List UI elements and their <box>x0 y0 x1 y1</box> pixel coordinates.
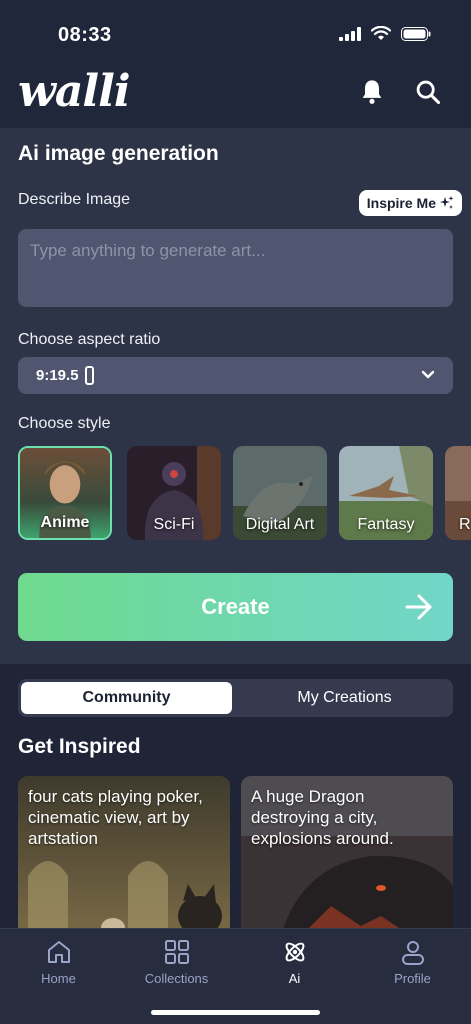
walli-logo: walli <box>18 66 131 117</box>
style-card-digital-art[interactable]: Digital Art <box>233 446 327 540</box>
arrow-right-icon <box>405 594 432 620</box>
phone-ratio-icon <box>84 366 94 385</box>
style-name: Digital Art <box>245 516 315 533</box>
app-header: walli <box>0 62 471 128</box>
chevron-down-icon <box>421 370 435 379</box>
tab-community[interactable]: Community <box>21 682 232 714</box>
nav-collections[interactable]: Collections <box>118 937 235 986</box>
inspire-me-label: Inspire Me <box>366 195 436 211</box>
style-carousel[interactable]: Anime Sci-Fi Digital Art Fantasy R <box>18 444 471 544</box>
bell-icon[interactable] <box>358 78 386 106</box>
nav-ai[interactable]: Ai <box>236 937 353 986</box>
nav-label: Profile <box>394 971 431 986</box>
status-bar: 08:33 <box>0 0 471 62</box>
prompt-input[interactable]: Type anything to generate art... <box>18 229 453 307</box>
inspiration-caption: A huge Dragon destroying a city, explosi… <box>251 787 394 848</box>
style-card-partial[interactable]: R <box>445 446 471 540</box>
nav-label: Collections <box>144 971 209 986</box>
nav-label: Home <box>41 971 76 986</box>
signal-icon <box>339 26 361 41</box>
aspect-ratio-value: 9:19.5 <box>36 367 79 384</box>
community-tabs: Community My Creations <box>18 679 453 717</box>
wifi-icon <box>371 26 391 40</box>
nav-home[interactable]: Home <box>0 937 117 986</box>
inspire-me-button[interactable]: Inspire Me <box>358 190 462 216</box>
section-title: Ai image generation <box>18 142 219 165</box>
grid-icon <box>164 940 189 964</box>
prompt-placeholder: Type anything to generate art... <box>30 241 266 260</box>
inspiration-card[interactable]: A huge Dragon destroying a city, explosi… <box>241 776 453 936</box>
search-icon[interactable] <box>414 78 442 106</box>
generation-panel: Ai image generation Describe Image Inspi… <box>0 128 471 664</box>
get-inspired-heading: Get Inspired <box>18 735 141 758</box>
status-icons <box>339 26 431 41</box>
sparkles-icon <box>440 196 454 209</box>
describe-label: Describe Image <box>18 191 131 208</box>
atom-icon <box>285 942 304 962</box>
style-card-fantasy[interactable]: Fantasy <box>339 446 433 540</box>
style-card-anime[interactable]: Anime <box>18 446 112 540</box>
home-icon <box>47 941 70 963</box>
aspect-ratio-select[interactable]: 9:19.5 <box>18 357 453 394</box>
home-indicator <box>151 1010 320 1015</box>
style-name: Anime <box>40 514 90 531</box>
style-name: Sci-Fi <box>153 516 195 533</box>
create-label: Create <box>201 594 270 619</box>
style-name: R <box>459 516 471 533</box>
battery-icon <box>401 26 431 41</box>
aspect-ratio-label: Choose aspect ratio <box>18 331 161 348</box>
nav-label: Ai <box>288 971 301 986</box>
status-time: 08:33 <box>58 24 112 46</box>
style-label: Choose style <box>18 415 111 432</box>
style-card-scifi[interactable]: Sci-Fi <box>127 446 221 540</box>
create-button[interactable]: Create <box>18 573 453 641</box>
inspiration-card[interactable]: four cats playing poker, cinematic view,… <box>18 776 230 936</box>
style-name: Fantasy <box>357 516 415 533</box>
profile-icon <box>401 941 424 965</box>
inspiration-caption: four cats playing poker, cinematic view,… <box>28 787 203 848</box>
nav-profile[interactable]: Profile <box>354 937 471 986</box>
tab-my-creations[interactable]: My Creations <box>239 682 450 714</box>
